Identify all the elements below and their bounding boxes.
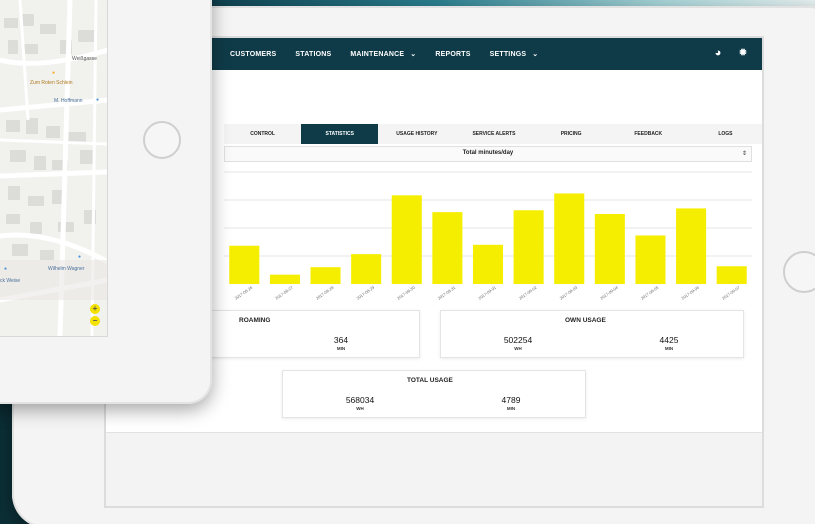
- roaming-title: ROAMING: [239, 317, 271, 324]
- chart-x-tick-label: 2017-08-26: [234, 284, 254, 300]
- usage-bar-chart: 2017-08-26 2017-08-27 2017-08-28 2017-08-29…: [224, 171, 752, 301]
- chart-x-tick-label: 2017-08-27: [274, 284, 294, 300]
- chart-x-tick-label: 2017-09-05: [640, 284, 660, 300]
- globe-icon[interactable]: ◕: [712, 47, 724, 59]
- chart-x-tick-label: 2017-09-02: [518, 284, 538, 300]
- nav-label: SETTINGS: [489, 50, 527, 58]
- roaming-min-metric: 364 MIN: [321, 335, 361, 351]
- chart-bar[interactable]: [513, 210, 544, 284]
- map-pin-icon[interactable]: ●: [78, 254, 81, 260]
- chart-x-tick-label: 2017-09-01: [477, 284, 497, 300]
- nav-label: REPORTS: [435, 50, 471, 58]
- chart-bar[interactable]: [432, 212, 463, 284]
- roaming-min-unit: MIN: [336, 346, 346, 351]
- own-usage-title: OWN USAGE: [565, 317, 606, 324]
- chevron-down-icon: ⌄: [410, 51, 417, 58]
- total-min-unit: MIN: [506, 406, 516, 411]
- tablet-small: Weißgasse ● Zum Roten Schlein M. Hoffman…: [0, 0, 212, 404]
- gear-icon[interactable]: ✹: [737, 47, 749, 59]
- tab-bar: CONTROL STATISTICS USAGE HISTORY SERVICE…: [224, 124, 762, 144]
- roaming-card: ROAMING 364 MIN: [210, 310, 420, 358]
- map-streets: [0, 0, 107, 336]
- chart-x-tick-label: 2017-09-07: [721, 284, 741, 300]
- zoom-out-button[interactable]: −: [90, 316, 100, 326]
- chart-x-tick-label: 2017-08-31: [437, 284, 457, 300]
- map-view[interactable]: Weißgasse ● Zum Roten Schlein M. Hoffman…: [0, 0, 108, 337]
- chart-bar[interactable]: [269, 274, 300, 284]
- tab-pricing[interactable]: PRICING: [533, 124, 610, 144]
- nav-label: STATIONS: [295, 50, 332, 58]
- tab-usage-history[interactable]: USAGE HISTORY: [378, 124, 455, 144]
- nav-customers[interactable]: CUSTOMERS: [230, 51, 276, 58]
- map-pin-icon[interactable]: ●: [52, 70, 55, 76]
- chart-bar[interactable]: [635, 235, 666, 284]
- own-wh-unit: WH: [514, 346, 522, 351]
- chart-bar[interactable]: [716, 266, 747, 284]
- chart-metric-value: Total minutes/day: [462, 150, 514, 156]
- map-pin-icon[interactable]: ●: [4, 266, 7, 272]
- nav-label: CUSTOMERS: [230, 50, 277, 58]
- total-min-value: 4789: [501, 395, 521, 405]
- roaming-min-value: 364: [333, 335, 349, 345]
- map-place-label: Wilhelm Wagner: [48, 266, 85, 272]
- nav-stations[interactable]: STATIONS: [295, 51, 331, 58]
- chart-x-tick-label: 2017-09-04: [599, 284, 619, 300]
- chart-x-tick-label: 2017-09-03: [559, 284, 579, 300]
- nav-settings[interactable]: SETTINGS ⌄: [489, 50, 539, 59]
- map-place-label: Zum Roten Schlein: [30, 80, 73, 86]
- total-wh-metric: 568034 WH: [335, 395, 385, 411]
- tab-logs[interactable]: LOGS: [687, 124, 762, 144]
- chart-bar[interactable]: [229, 245, 260, 284]
- map-place-label: ck Weise: [0, 278, 21, 284]
- nav-label: MAINTENANCE: [350, 50, 405, 58]
- tab-feedback[interactable]: FEEDBACK: [610, 124, 687, 144]
- map-pin-icon[interactable]: ●: [96, 97, 99, 103]
- nav-maintenance[interactable]: MAINTENANCE ⌄: [350, 50, 417, 59]
- chart-bar[interactable]: [554, 193, 585, 284]
- chart-bar[interactable]: [676, 208, 707, 284]
- chart-x-tick-label: 2017-08-28: [315, 284, 335, 300]
- chevron-down-icon: ⌄: [532, 51, 539, 58]
- own-usage-card: OWN USAGE 502254 WH 4425 MIN: [440, 310, 744, 358]
- own-wh-metric: 502254 WH: [493, 335, 543, 351]
- chart-bar[interactable]: [594, 214, 625, 284]
- total-min-metric: 4789 MIN: [491, 395, 531, 411]
- tab-control[interactable]: CONTROL: [224, 124, 301, 144]
- chart-x-tick-label: 2017-09-06: [680, 284, 700, 300]
- tab-statistics[interactable]: STATISTICS: [301, 124, 379, 144]
- zoom-in-button[interactable]: +: [90, 304, 100, 314]
- tab-service-alerts[interactable]: SERVICE ALERTS: [455, 124, 532, 144]
- map-place-label: M. Hoffmann: [54, 98, 83, 104]
- own-min-value: 4425: [659, 335, 679, 345]
- chart-x-tick-label: 2017-08-30: [396, 284, 416, 300]
- total-usage-card: TOTAL USAGE 568034 WH 4789 MIN: [282, 370, 586, 418]
- total-usage-title: TOTAL USAGE: [407, 377, 453, 384]
- chart-metric-select[interactable]: Total minutes/day ⇕: [224, 146, 752, 162]
- chart-bar[interactable]: [310, 267, 341, 284]
- chart-bar[interactable]: [391, 195, 422, 284]
- select-arrows-icon: ⇕: [741, 151, 747, 157]
- chart-x-tick-label: 2017-08-29: [355, 284, 375, 300]
- nav-reports[interactable]: REPORTS: [435, 51, 470, 58]
- chart-bar[interactable]: [472, 244, 504, 284]
- map-street-label: Weißgasse: [72, 56, 97, 62]
- tablet-home-button[interactable]: [143, 121, 181, 159]
- own-min-metric: 4425 MIN: [649, 335, 689, 351]
- tablet-home-button[interactable]: [783, 251, 815, 293]
- chart-bar[interactable]: [351, 254, 382, 284]
- total-wh-unit: WH: [356, 406, 364, 411]
- screen-footer-area: [106, 432, 762, 506]
- own-wh-value: 502254: [503, 335, 533, 345]
- total-wh-value: 568034: [345, 395, 375, 405]
- own-min-unit: MIN: [664, 346, 674, 351]
